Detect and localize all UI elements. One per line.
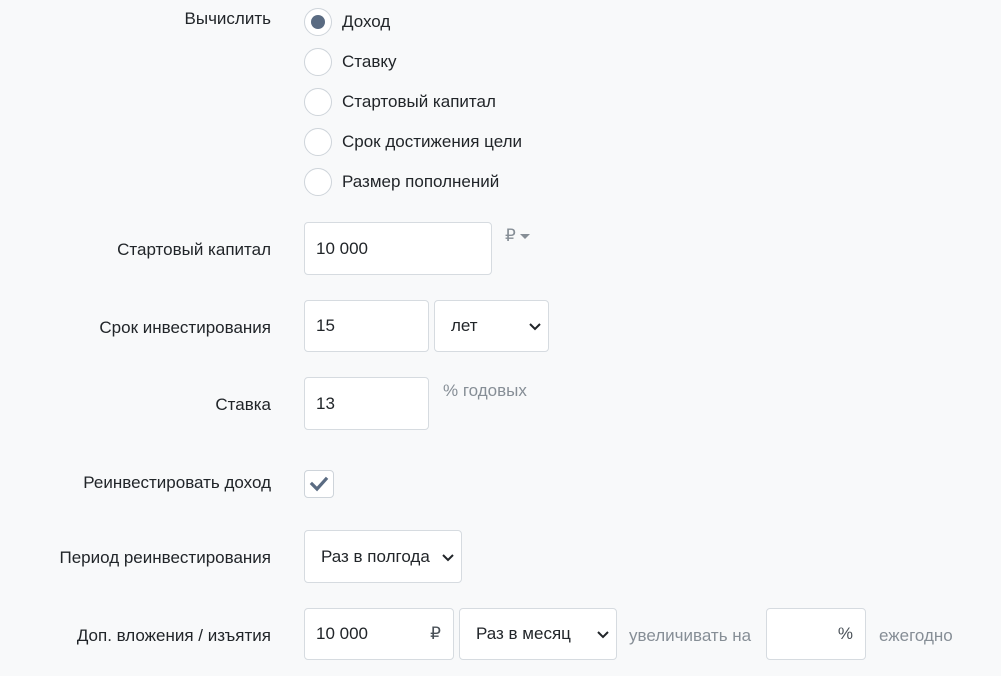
- radio-goal-term[interactable]: Срок достижения цели: [304, 127, 522, 157]
- radio-label: Ставку: [342, 52, 397, 71]
- annually-label: ежегодно: [879, 626, 953, 645]
- investment-calculator-form: Вычислить Доход Ставку Стартовый капитал…: [0, 0, 1001, 676]
- term-value: 15: [316, 316, 335, 335]
- contributions-currency: ₽: [430, 624, 441, 643]
- chevron-down-icon: [442, 553, 454, 561]
- radio-label: Размер пополнений: [342, 172, 500, 191]
- contributions-input[interactable]: 10 000 ₽: [304, 608, 454, 660]
- radio-label: Срок достижения цели: [342, 132, 522, 151]
- rate-value: 13: [316, 393, 335, 413]
- chevron-down-icon: [597, 631, 609, 639]
- reinvest-label: Реинвестировать доход: [83, 473, 271, 492]
- term-label: Срок инвестирования: [99, 318, 271, 337]
- increase-percent-input[interactable]: %: [766, 608, 866, 660]
- contributions-frequency-select[interactable]: Раз в месяц: [459, 608, 617, 660]
- radio-circle[interactable]: [304, 48, 332, 76]
- radio-circle[interactable]: [304, 8, 332, 36]
- reinvest-period-value: Раз в полгода: [321, 546, 430, 566]
- radio-income[interactable]: Доход: [304, 7, 390, 37]
- rate-label: Ставка: [215, 395, 271, 414]
- term-input[interactable]: 15: [304, 300, 429, 352]
- term-unit-value: лет: [451, 316, 478, 335]
- radio-label: Стартовый капитал: [342, 92, 496, 111]
- rate-suffix: % годовых: [443, 381, 527, 400]
- start-capital-input[interactable]: 10 000: [304, 222, 492, 275]
- term-unit-select[interactable]: лет: [434, 300, 549, 352]
- ruble-sign: ₽: [505, 226, 516, 245]
- contributions-label: Доп. вложения / изъятия: [76, 626, 271, 645]
- reinvest-period-select[interactable]: Раз в полгода: [304, 530, 462, 583]
- percent-sign: %: [837, 624, 853, 643]
- chevron-down-icon: [529, 323, 541, 331]
- radio-selected-dot-icon: [311, 15, 325, 29]
- checkmark-icon: [309, 476, 329, 492]
- start-capital-value: 10 000: [316, 238, 368, 258]
- caret-down-icon: [519, 234, 530, 239]
- radio-label: Доход: [342, 12, 391, 31]
- currency-dropdown[interactable]: ₽: [505, 226, 531, 246]
- rate-input[interactable]: 13: [304, 377, 429, 430]
- radio-rate[interactable]: Ставку: [304, 47, 397, 77]
- reinvest-period-label: Период реинвестирования: [59, 548, 271, 567]
- calculate-label: Вычислить: [184, 9, 271, 28]
- radio-start-capital[interactable]: Стартовый капитал: [304, 87, 496, 117]
- reinvest-checkbox[interactable]: [304, 470, 334, 498]
- contributions-value: 10 000: [316, 624, 368, 643]
- contributions-frequency-value: Раз в месяц: [476, 624, 571, 643]
- radio-circle[interactable]: [304, 168, 332, 196]
- increase-label: увеличивать на: [629, 626, 752, 645]
- radio-contribution-size[interactable]: Размер пополнений: [304, 167, 499, 197]
- start-capital-label: Стартовый капитал: [117, 240, 271, 259]
- radio-circle[interactable]: [304, 88, 332, 116]
- radio-circle[interactable]: [304, 128, 332, 156]
